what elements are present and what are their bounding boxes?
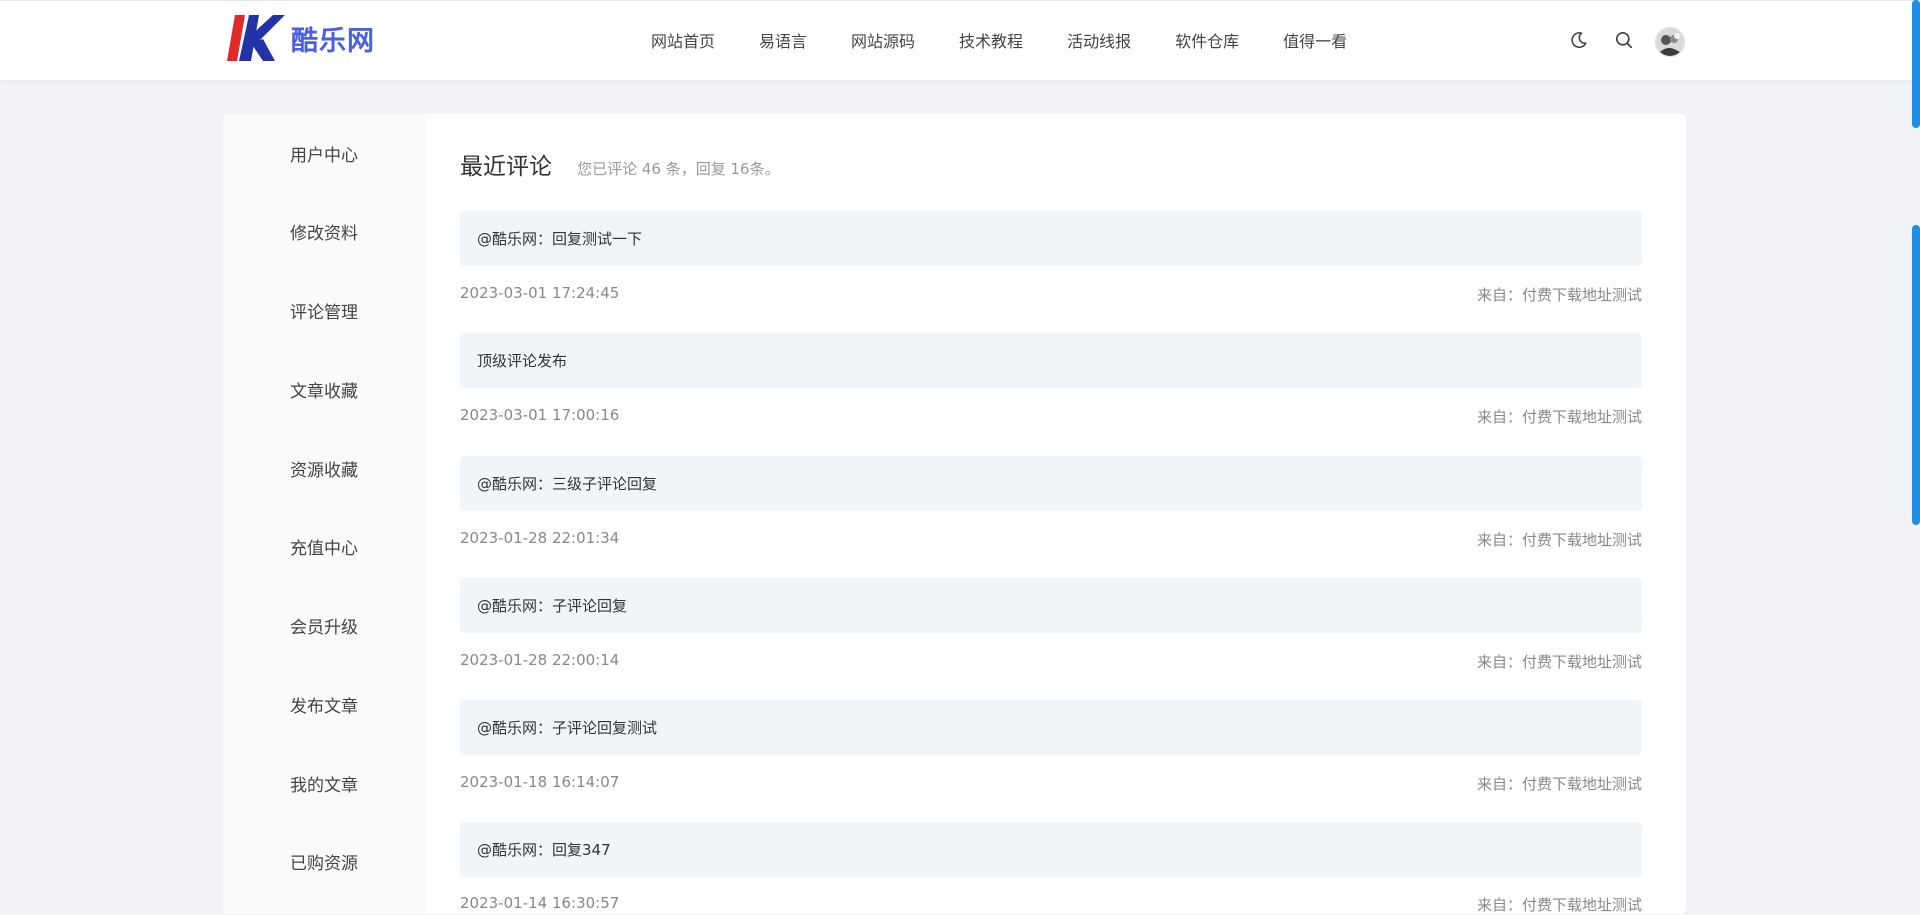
comment-date: 2023-03-01 17:00:16 xyxy=(460,406,620,424)
comment-source-link[interactable]: 来自：付费下载地址测试 xyxy=(1477,406,1642,427)
avatar[interactable] xyxy=(1655,27,1685,57)
logo-k-icon xyxy=(227,15,285,61)
nav-item-tutorials[interactable]: 技术教程 xyxy=(959,28,1023,52)
comment-source-link[interactable]: 来自：付费下载地址测试 xyxy=(1477,529,1642,550)
nav-item-software[interactable]: 软件仓库 xyxy=(1175,28,1239,52)
sidebar-item-user-center[interactable]: 用户中心 xyxy=(223,141,425,166)
comment-date: 2023-03-01 17:24:45 xyxy=(460,284,620,302)
sidebar-item-publish-article[interactable]: 发布文章 xyxy=(223,692,425,717)
main-nav: 网站首页 易语言 网站源码 技术教程 活动线报 软件仓库 值得一看 xyxy=(651,1,1347,79)
comment-source-link[interactable]: 来自：付费下载地址测试 xyxy=(1477,773,1642,794)
moon-icon[interactable] xyxy=(1569,30,1589,50)
user-center-panel: 用户中心 修改资料 评论管理 文章收藏 资源收藏 充值中心 会员升级 发布文章 … xyxy=(223,114,1686,914)
sidebar-item-recharge[interactable]: 充值中心 xyxy=(223,534,425,559)
nav-item-deals[interactable]: 活动线报 xyxy=(1067,28,1131,52)
comment-source-link[interactable]: 来自：付费下载地址测试 xyxy=(1477,651,1642,672)
nav-item-e-language[interactable]: 易语言 xyxy=(759,28,807,52)
sidebar-item-vip-upgrade[interactable]: 会员升级 xyxy=(223,613,425,638)
comment-text: @酷乐网：回复347 xyxy=(460,822,1642,877)
comment-date: 2023-01-28 22:00:14 xyxy=(460,651,620,669)
sidebar-item-comments[interactable]: 评论管理 xyxy=(223,298,425,323)
sidebar-item-my-articles[interactable]: 我的文章 xyxy=(223,771,425,796)
page-title: 最近评论 xyxy=(460,154,552,180)
sidebar-item-article-favorites[interactable]: 文章收藏 xyxy=(223,377,425,402)
scroll-edge-decoration xyxy=(1912,0,1920,902)
comment-text: @酷乐网：子评论回复测试 xyxy=(460,700,1642,755)
search-icon[interactable] xyxy=(1614,30,1634,50)
comment-text: @酷乐网：子评论回复 xyxy=(460,578,1642,633)
comment-source-link[interactable]: 来自：付费下载地址测试 xyxy=(1477,284,1642,305)
sidebar-item-purchased[interactable]: 已购资源 xyxy=(223,849,425,874)
site-name: 酷乐网 xyxy=(291,25,375,57)
comment-text: @酷乐网：三级子评论回复 xyxy=(460,456,1642,511)
comment-date: 2023-01-18 16:14:07 xyxy=(460,773,620,791)
nav-item-home[interactable]: 网站首页 xyxy=(651,28,715,52)
comment-date: 2023-01-28 22:01:34 xyxy=(460,529,620,547)
site-header: 酷乐网 网站首页 易语言 网站源码 技术教程 活动线报 软件仓库 值得一看 xyxy=(0,0,1920,80)
sidebar-item-edit-profile[interactable]: 修改资料 xyxy=(223,219,425,244)
site-logo[interactable]: 酷乐网 xyxy=(225,13,375,63)
comment-stats: 您已评论 46 条，回复 16条。 xyxy=(577,160,780,178)
comment-text: 顶级评论发布 xyxy=(460,333,1642,388)
nav-item-source-code[interactable]: 网站源码 xyxy=(851,28,915,52)
user-sidebar: 用户中心 修改资料 评论管理 文章收藏 资源收藏 充值中心 会员升级 发布文章 … xyxy=(223,114,425,914)
comment-text: @酷乐网：回复测试一下 xyxy=(460,211,1642,266)
page-header: 最近评论 您已评论 46 条，回复 16条。 xyxy=(460,147,780,181)
nav-item-worth-seeing[interactable]: 值得一看 xyxy=(1283,28,1347,52)
comment-source-link[interactable]: 来自：付费下载地址测试 xyxy=(1477,894,1642,915)
comment-date: 2023-01-14 16:30:57 xyxy=(460,894,620,912)
sidebar-item-resource-favorites[interactable]: 资源收藏 xyxy=(223,456,425,481)
